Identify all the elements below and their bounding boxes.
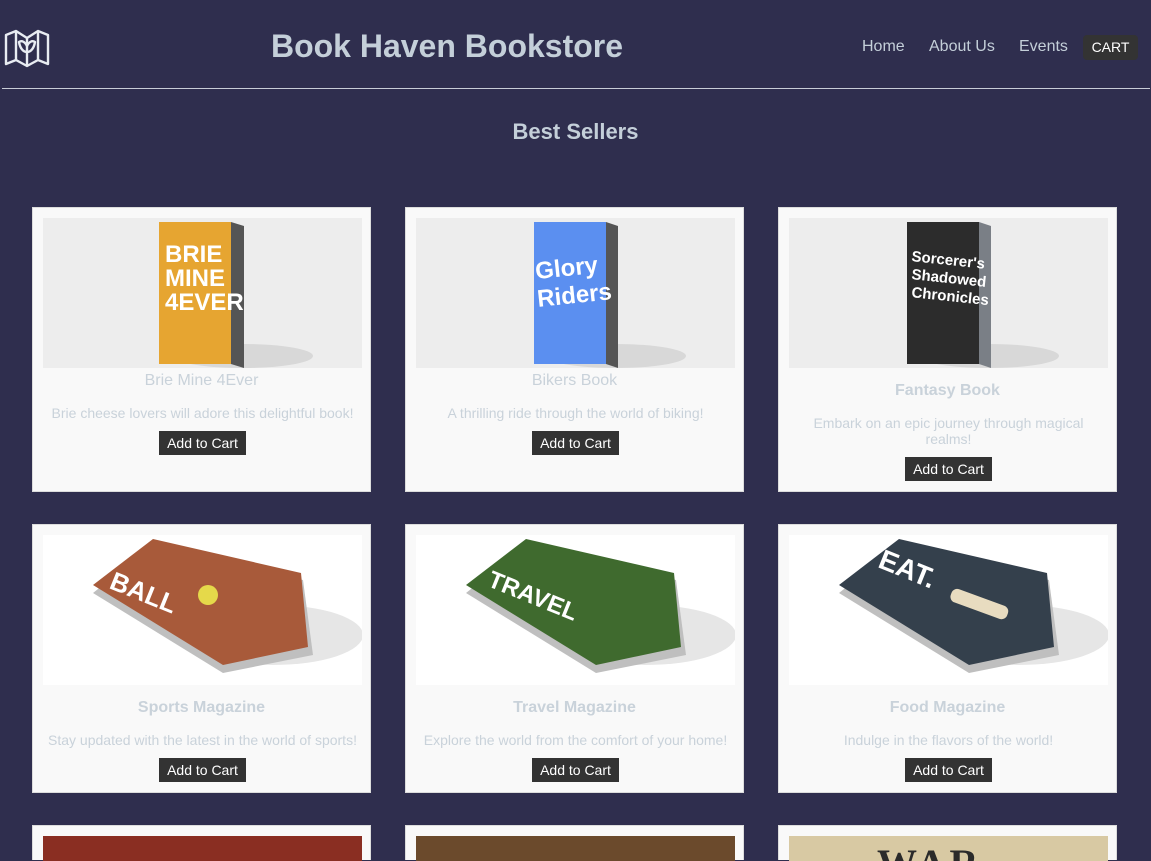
- add-to-cart-button[interactable]: Add to Cart: [159, 758, 246, 782]
- header-divider: [2, 88, 1150, 89]
- book-cover-image: BRIE MINE 4EVER: [43, 218, 362, 368]
- magazine-image: BALL: [43, 535, 362, 685]
- product-description: A thrilling ride through the world of bi…: [447, 405, 704, 421]
- product-card: [32, 825, 371, 861]
- svg-text:MINE: MINE: [165, 265, 225, 292]
- product-title: Bikers Book: [531, 372, 618, 389]
- magazine-cover: [839, 539, 1054, 665]
- product-title: Food Magazine: [889, 699, 1006, 716]
- magazine-image: EAT.: [789, 535, 1108, 685]
- product-card: BRIE MINE 4EVER Brie Mine 4Ever Brie che…: [32, 207, 371, 492]
- product-description: Explore the world from the comfort of yo…: [423, 732, 728, 748]
- product-title: Sports Magazine: [137, 699, 266, 716]
- book-cover-image: WAR: [789, 836, 1108, 861]
- product-card: Sorcerer's Shadowed Chronicles Fantasy B…: [778, 207, 1117, 492]
- nav-home[interactable]: Home: [862, 38, 905, 56]
- magazine-cover: [93, 539, 308, 665]
- product-card: [405, 825, 744, 861]
- product-card: BALL Sports Magazine Stay updated with t…: [32, 524, 371, 793]
- magazine-image: TRAVEL: [416, 535, 735, 685]
- product-description: Brie cheese lovers will adore this delig…: [51, 405, 354, 421]
- add-to-cart-button[interactable]: Add to Cart: [905, 457, 992, 481]
- add-to-cart-button[interactable]: Add to Cart: [532, 431, 619, 455]
- book-cover-image: Glory Riders: [416, 218, 735, 368]
- site-header: Book Haven Bookstore Home About Us Event…: [0, 0, 1151, 88]
- site-title: Book Haven Bookstore: [270, 28, 624, 64]
- add-to-cart-button[interactable]: Add to Cart: [159, 431, 246, 455]
- product-description: Embark on an epic journey through magica…: [813, 415, 1084, 447]
- cart-button[interactable]: CART: [1083, 35, 1138, 60]
- nav-events[interactable]: Events: [1019, 38, 1068, 56]
- nav-about-us[interactable]: About Us: [929, 38, 995, 56]
- product-card: Glory Riders Bikers Book A thrilling rid…: [405, 207, 744, 492]
- book-cover-image: [43, 836, 362, 861]
- product-title: Travel Magazine: [513, 699, 636, 716]
- product-card: TRAVEL Travel Magazine Explore the world…: [405, 524, 744, 793]
- add-to-cart-button[interactable]: Add to Cart: [532, 758, 619, 782]
- product-description: Stay updated with the latest in the worl…: [48, 732, 357, 748]
- book-cover-image: [416, 836, 735, 861]
- book-cover-image: Sorcerer's Shadowed Chronicles: [789, 218, 1108, 368]
- add-to-cart-button[interactable]: Add to Cart: [905, 758, 992, 782]
- product-card: WAR: [778, 825, 1117, 861]
- product-title: Fantasy Book: [895, 382, 1000, 399]
- svg-text:4EVER: 4EVER: [165, 289, 244, 316]
- product-card: EAT. Food Magazine Indulge in the flavor…: [778, 524, 1117, 793]
- product-description: Indulge in the flavors of the world!: [843, 732, 1054, 748]
- product-title: Brie Mine 4Ever: [144, 372, 259, 389]
- section-title: Best Sellers: [512, 119, 639, 144]
- svg-text:BRIE: BRIE: [165, 241, 222, 268]
- cover-text: WAR: [877, 840, 982, 861]
